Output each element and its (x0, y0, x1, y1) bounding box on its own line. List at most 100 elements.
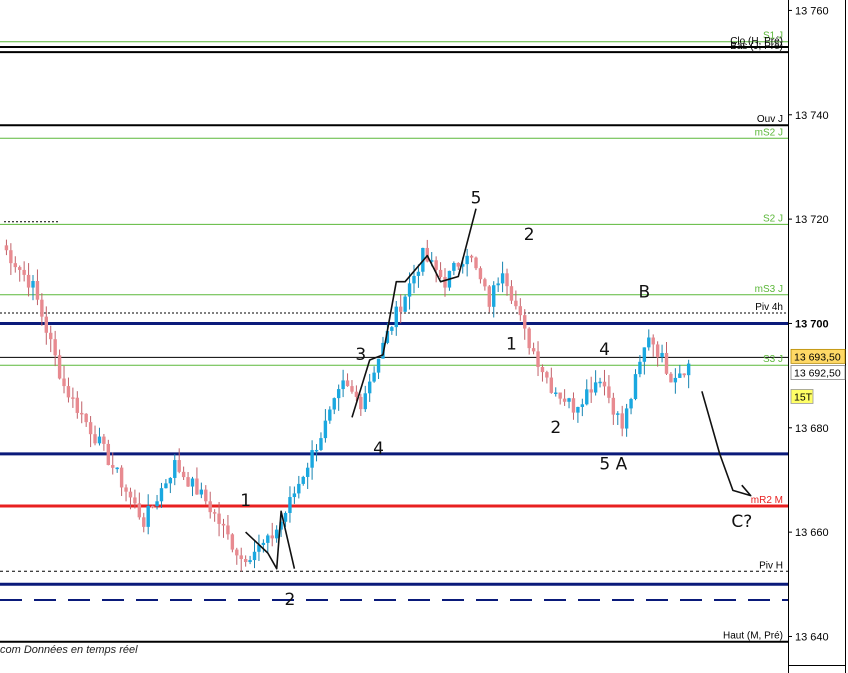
candle-body (611, 397, 616, 415)
candle-body (319, 438, 323, 450)
candle-body (514, 300, 518, 307)
level-label: mS3 J (755, 284, 783, 295)
chart-window: 13 760 13 740 13 720 13 700 13 680 13 660 13 6… (0, 0, 848, 673)
candle-body (305, 467, 310, 477)
candle-body (288, 497, 292, 513)
level-label: Haut (M, Pré) (723, 631, 783, 642)
level-label: S3 J (763, 354, 783, 365)
candle-body (616, 413, 620, 415)
candle-body (651, 337, 655, 345)
candle-body (474, 257, 478, 269)
candle-body (673, 377, 678, 383)
candle-body (84, 413, 88, 423)
candle-body (549, 377, 554, 393)
candle-body (359, 396, 363, 410)
candle-body (363, 393, 367, 410)
candle-body (26, 274, 31, 288)
candle-body (49, 332, 53, 340)
candle-body (13, 263, 17, 268)
candle-body (243, 559, 248, 563)
candle-body (181, 471, 186, 478)
candle-body (128, 491, 133, 498)
candle-body (540, 366, 545, 373)
candle-body (212, 512, 217, 514)
candle-body (589, 389, 593, 393)
level-label: Piv H (759, 560, 783, 571)
candle-body (545, 372, 549, 378)
candle-body (669, 373, 673, 383)
candle-body (593, 382, 598, 393)
candle-body (124, 487, 128, 492)
candle-body (399, 306, 403, 312)
candle-body (146, 505, 150, 527)
candle-body (57, 355, 62, 379)
candle-body (266, 535, 270, 543)
candle-body (310, 450, 314, 468)
candle-body (9, 250, 13, 264)
candle-body (292, 493, 297, 498)
candle-body (367, 381, 372, 394)
candle-body (111, 465, 115, 468)
candles (4, 239, 691, 572)
candle-body (638, 361, 642, 375)
candle-body (301, 476, 305, 484)
candle-body (230, 534, 235, 550)
candle-body (226, 525, 230, 535)
candle-body (195, 478, 199, 495)
candle-body (177, 460, 181, 472)
candle-body (106, 443, 111, 466)
candle-body (341, 380, 345, 390)
price-tick-label: 13 640 (795, 631, 829, 643)
wave-annotation: 1 (506, 335, 517, 355)
candle-body (66, 386, 71, 398)
price-tag-label: 13 693,50 (794, 351, 841, 363)
wave-annotation: 5 (471, 188, 482, 208)
wave-annotation: 4 (373, 439, 384, 459)
level-label: Ouv J (757, 114, 783, 125)
candle-body (434, 260, 438, 270)
candle-body (483, 279, 487, 287)
candle-body (102, 436, 106, 444)
candle-body (660, 352, 664, 358)
candle-body (217, 513, 221, 524)
candle-body (585, 389, 589, 405)
candle-body (394, 306, 398, 328)
candle-body (345, 380, 350, 387)
candle-body (465, 255, 469, 265)
wave-stroke (701, 391, 752, 497)
candle-body (452, 262, 456, 271)
candle-body (252, 551, 257, 561)
candle-body (204, 489, 208, 502)
candle-body (664, 352, 669, 374)
candle-body (53, 339, 57, 356)
candle-body (527, 328, 531, 349)
candle-body (44, 316, 48, 333)
candle-body (119, 467, 124, 488)
candle-body (443, 276, 447, 288)
candle-body (97, 436, 102, 444)
candle-body (602, 381, 607, 387)
wave-annotation: 3 (355, 345, 366, 365)
candle-body (505, 273, 509, 287)
candle-body (558, 392, 562, 399)
candle-body (173, 460, 177, 478)
wave-annotation: 5 A (599, 455, 627, 475)
candle-body (438, 269, 443, 277)
candle-body (416, 271, 421, 276)
candle-body (62, 378, 66, 387)
price-chart[interactable]: 13 760 13 740 13 720 13 700 13 680 13 660 13 6… (0, 0, 848, 673)
candle-body (642, 347, 647, 362)
candle-body (487, 286, 491, 307)
price-tick-label: 13 720 (795, 214, 829, 226)
candle-body (523, 315, 527, 329)
candle-body (75, 397, 80, 413)
price-axis-panel (788, 0, 848, 673)
candle-body (598, 381, 602, 384)
candle-body (40, 299, 44, 317)
candle-body (164, 483, 168, 489)
candle-body (633, 374, 638, 400)
candle-body (354, 391, 359, 397)
price-tick-label: 13 760 (795, 5, 829, 17)
candle-body (221, 523, 226, 526)
wave-annotation: 2 (524, 225, 535, 245)
